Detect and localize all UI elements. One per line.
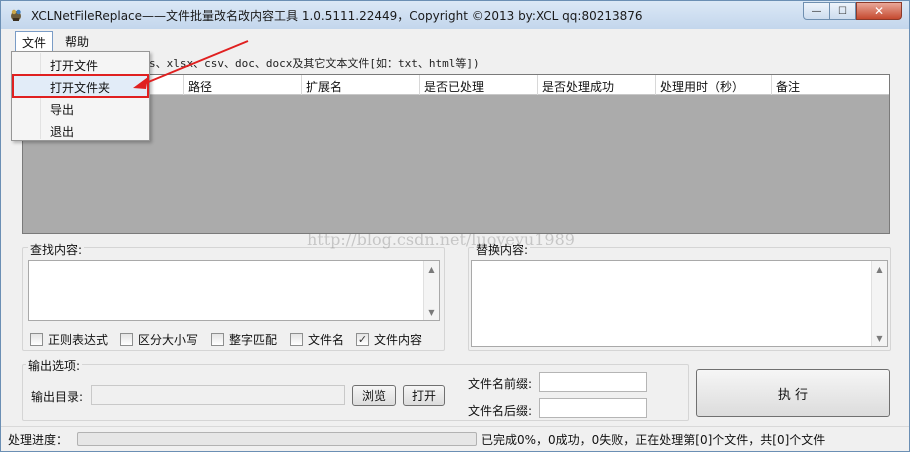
main-window: XCLNetFileReplace——文件批量改名改内容工具 1.0.5111.… [0, 0, 910, 452]
arrow-line [140, 40, 249, 86]
annotation-arrow [133, 40, 249, 89]
arrow-head-icon [133, 77, 148, 89]
